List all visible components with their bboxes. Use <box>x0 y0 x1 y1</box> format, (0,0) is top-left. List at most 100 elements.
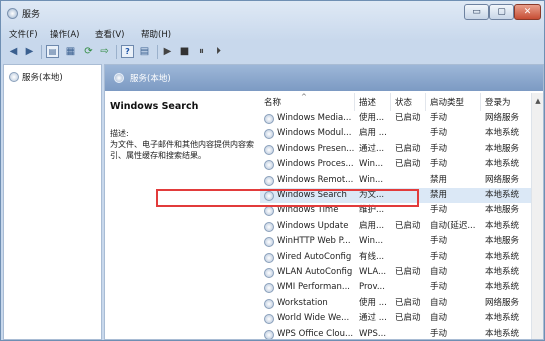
toolbar-separator <box>41 45 42 59</box>
services-gear-icon <box>9 72 19 82</box>
service-gear-icon <box>264 283 274 294</box>
service-logon-as: 网络服务 <box>485 113 520 123</box>
service-status <box>395 280 426 295</box>
minimize-button[interactable]: ▭ <box>464 4 489 20</box>
window-title: 服务 <box>22 10 41 20</box>
close-button[interactable]: ✕ <box>514 4 541 20</box>
selected-row-highlight <box>156 189 419 207</box>
toolbar-separator <box>116 45 117 59</box>
service-gear-icon <box>264 144 274 155</box>
navigation-tree: 服务(本地) <box>3 64 102 340</box>
service-logon-as: 网络服务 <box>485 174 520 185</box>
menu-help[interactable]: 帮助(H) <box>141 28 171 40</box>
service-row[interactable]: Windows Remot... Win... 禁用 网络服务 <box>260 173 531 188</box>
service-description: WPS... <box>359 328 387 339</box>
service-row[interactable]: WinHTTP Web P... Win... 手动 本地服务 <box>260 234 531 249</box>
title-bar[interactable]: 服务 ▭ ▢ ✕ <box>1 1 544 25</box>
service-startup-type: 手动 <box>430 236 448 247</box>
column-description[interactable]: 描述 <box>355 93 391 111</box>
service-name: WinHTTP Web P... <box>277 236 351 247</box>
service-status: 已启动 <box>395 220 421 231</box>
refresh-icon[interactable]: ⟳ <box>82 45 95 58</box>
service-startup-type: 自动 <box>430 267 448 277</box>
service-startup-type: 禁用 <box>430 190 448 200</box>
service-startup-type: 自动(延迟... <box>430 220 476 231</box>
column-logon-as[interactable]: 登录为 <box>481 93 531 111</box>
pane-header-title: 服务(本地) <box>130 74 171 84</box>
service-row[interactable]: Workstation 使用 ... 已启动 自动 网络服务 <box>260 296 531 311</box>
service-description: Win... <box>359 174 384 185</box>
properties-icon[interactable]: ▦ <box>64 45 77 58</box>
export-icon[interactable]: ⇨ <box>98 45 111 58</box>
service-startup-type: 手动 <box>430 128 448 139</box>
service-gear-icon <box>264 175 274 186</box>
pane-header: 服务(本地) <box>105 65 543 91</box>
service-gear-icon <box>264 329 274 339</box>
service-startup-type: 手动 <box>430 251 448 262</box>
services-gear-icon <box>7 8 18 19</box>
service-status: 已启动 <box>395 143 421 154</box>
vertical-scrollbar[interactable]: ▲ <box>531 93 543 339</box>
service-logon-as: 本地服务 <box>485 205 520 216</box>
service-logon-as: 本地系统 <box>485 190 520 200</box>
menu-view[interactable]: 查看(V) <box>95 28 124 40</box>
menu-action[interactable]: 操作(A) <box>50 28 79 40</box>
view-icon[interactable]: ▤ <box>138 45 151 58</box>
show-tree-icon[interactable]: ▤ <box>46 45 59 58</box>
service-row[interactable]: Windows Presen... 通过... 已启动 手动 本地服务 <box>260 142 531 157</box>
maximize-button[interactable]: ▢ <box>489 4 514 20</box>
tree-item-services-local[interactable]: 服务(本地) <box>22 71 63 83</box>
toolbar: ◀ ▶ ▤ ▦ ⟳ ⇨ ? ▤ ▶ ■ ⏸ ⏵ <box>1 42 544 62</box>
service-logon-as: 本地服务 <box>485 143 520 154</box>
selected-service-name: Windows Search <box>110 101 199 112</box>
service-gear-icon <box>264 160 274 171</box>
services-gear-icon <box>114 73 124 83</box>
column-name[interactable]: 名称 ^ <box>260 93 355 111</box>
sort-ascending-icon: ^ <box>301 93 307 101</box>
service-name: Windows Modul... <box>277 128 352 139</box>
service-description: 有线... <box>359 251 385 262</box>
service-row[interactable]: Windows Media... 使用... 已启动 手动 网络服务 <box>260 111 531 126</box>
service-gear-icon <box>264 252 274 263</box>
service-row[interactable]: WLAN AutoConfig WLA... 已启动 自动 本地系统 <box>260 265 531 280</box>
service-description: 通过... <box>359 143 385 154</box>
service-row[interactable]: World Wide We... 通过 ... 已启动 自动 本地系统 <box>260 311 531 326</box>
service-gear-icon <box>264 206 274 217</box>
service-name: Windows Remot... <box>277 174 354 185</box>
scroll-up-icon[interactable]: ▲ <box>532 97 543 105</box>
service-status <box>395 173 426 188</box>
pause-service-icon[interactable]: ⏸ <box>195 45 208 58</box>
help-icon[interactable]: ? <box>121 45 134 58</box>
service-status <box>395 327 426 339</box>
service-startup-type: 自动 <box>430 313 448 324</box>
service-status: 已启动 <box>395 159 421 170</box>
toolbar-separator <box>157 45 158 59</box>
service-name: WLAN AutoConfig <box>277 267 353 277</box>
service-logon-as: 本地系统 <box>485 282 520 293</box>
service-row[interactable]: WPS Office Clou... WPS... 手动 本地系统 <box>260 327 531 339</box>
start-service-icon[interactable]: ▶ <box>161 45 174 58</box>
service-row[interactable]: Wired AutoConfig 有线... 手动 本地系统 <box>260 250 531 265</box>
service-description: 使用 ... <box>359 297 387 308</box>
service-startup-type: 自动 <box>430 297 448 308</box>
service-logon-as: 本地服务 <box>485 236 520 247</box>
service-row[interactable]: Windows Modul... 启用 ... 手动 本地系统 <box>260 126 531 141</box>
column-status[interactable]: 状态 <box>391 93 426 111</box>
restart-service-icon[interactable]: ⏵ <box>212 45 225 58</box>
service-name: Workstation <box>277 297 328 308</box>
service-row[interactable]: Windows Proces... Win... 已启动 手动 本地系统 <box>260 157 531 172</box>
service-status: 已启动 <box>395 113 421 123</box>
column-startup-type[interactable]: 启动类型 <box>426 93 481 111</box>
service-startup-type: 手动 <box>430 159 448 170</box>
service-description: Win... <box>359 159 384 170</box>
service-logon-as: 本地系统 <box>485 267 520 277</box>
stop-service-icon[interactable]: ■ <box>178 45 191 58</box>
service-row[interactable]: WMI Performan... Prov... 手动 本地系统 <box>260 280 531 295</box>
service-name: WPS Office Clou... <box>277 328 354 339</box>
service-row[interactable]: Windows Update 启用... 已启动 自动(延迟... 本地系统 <box>260 219 531 234</box>
forward-icon[interactable]: ▶ <box>23 45 36 58</box>
service-gear-icon <box>264 237 274 248</box>
back-icon[interactable]: ◀ <box>7 45 20 58</box>
service-description: WLA... <box>359 267 387 277</box>
menu-file[interactable]: 文件(F) <box>9 28 38 40</box>
